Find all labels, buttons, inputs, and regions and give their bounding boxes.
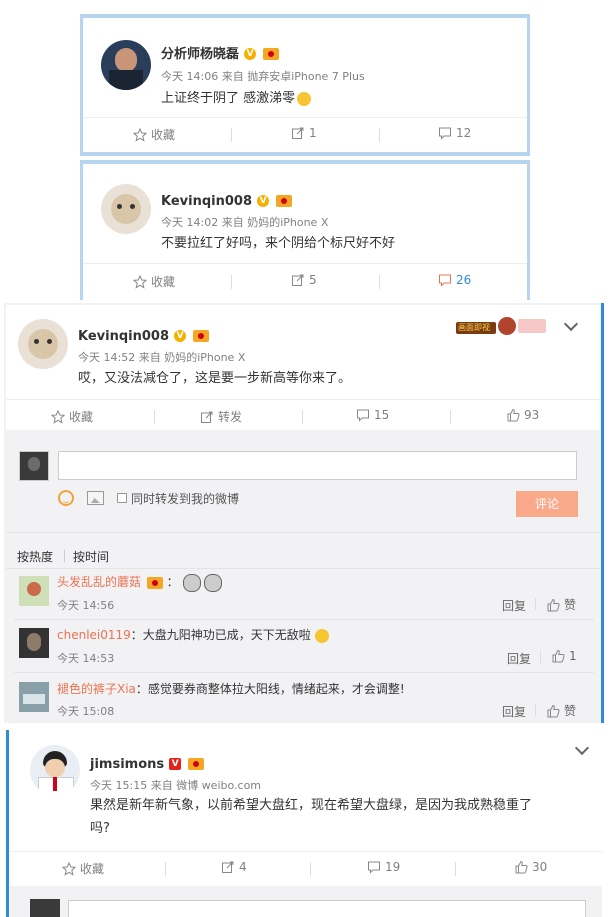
star-icon [51, 409, 65, 424]
post3-card: Kevinqin008 V 画面即视 今天 14:52 来自 奶妈的iPhone… [6, 305, 600, 430]
avatar[interactable] [30, 745, 80, 795]
avatar[interactable] [18, 319, 68, 369]
commenter-avatar [30, 899, 60, 917]
comment-avatar[interactable] [19, 628, 49, 658]
post-text: 哎，又没法减仓了，这是要一步新高等你来了。 [78, 371, 352, 386]
emoji-icon[interactable] [58, 490, 74, 506]
medal-icon [263, 47, 280, 60]
repost-button[interactable]: 5 [291, 273, 317, 287]
comment-like-button[interactable]: 赞 [546, 596, 576, 613]
laugh-emoji-icon [314, 628, 329, 643]
comment-user[interactable]: 头发乱乱的蘑菇 [57, 575, 141, 589]
comment-icon [368, 861, 380, 874]
comment-avatar[interactable] [19, 682, 49, 712]
post-text-line2: 吗? [90, 821, 110, 836]
star-icon [133, 127, 147, 142]
comment-avatar[interactable] [19, 576, 49, 606]
repost-button[interactable]: 1 [291, 126, 317, 140]
post4-card: jimsimons V 今天 15:15 来自 微博 weibo.com 果然是… [10, 731, 602, 917]
commenter-avatar [19, 451, 49, 481]
post-meta: 今天 15:15 来自 微博 weibo.com [90, 779, 262, 792]
thumbs-up-icon [552, 649, 565, 663]
sticker-icon [204, 573, 223, 592]
user-name[interactable]: Kevinqin008 [161, 194, 252, 209]
verified-icon: V [257, 194, 270, 207]
user-name[interactable]: jimsimons [90, 757, 164, 772]
verified-icon: V [244, 47, 257, 60]
image-icon[interactable] [87, 491, 104, 505]
comment-body: 头发乱乱的蘑菇 ： [57, 573, 223, 592]
comment-icon [357, 409, 369, 422]
submit-comment-button[interactable]: 评论 [516, 491, 578, 517]
comment-body: chenlei0119：大盘九阳神功已成，天下无敌啦 [57, 626, 329, 643]
comment-button[interactable]: 12 [438, 126, 471, 140]
reply-button[interactable]: 回复 [507, 650, 531, 667]
comment-like-button[interactable]: 1 [551, 649, 577, 663]
comment-time: 今天 14:53 [57, 652, 115, 665]
like-button[interactable]: 30 [514, 860, 547, 874]
post2-card: Kevinqin008 V 今天 14:02 来自 奶妈的iPhone X 不要… [83, 164, 527, 300]
comment-time: 今天 14:56 [57, 599, 115, 612]
verified-icon: V [174, 329, 187, 342]
comment-like-button[interactable]: 赞 [546, 702, 576, 719]
thumbs-up-icon [507, 408, 520, 422]
chevron-down-icon[interactable] [563, 316, 579, 332]
comment-user[interactable]: 褪色的裤子Xia [57, 682, 136, 696]
laugh-emoji-icon [297, 91, 312, 106]
comment-icon [439, 127, 451, 140]
post-meta: 今天 14:06 来自 抛弃安卓iPhone 7 Plus [161, 70, 365, 83]
thumbs-up-icon [515, 860, 528, 874]
post-text: 不要拉红了好吗，来个阴给个标尺好不好 [161, 236, 396, 251]
post-text-line1: 果然是新年新气象，以前希望大盘红，现在希望大盘绿，是因为我成熟稳重了 [90, 798, 533, 813]
post-text: 上证终于阴了 感激涕零 [161, 88, 312, 110]
reply-button[interactable]: 回复 [502, 597, 526, 614]
thumbs-up-icon [547, 704, 560, 717]
comment-user[interactable]: chenlei0119 [57, 628, 131, 642]
repost-button[interactable]: 4 [221, 860, 247, 874]
avatar[interactable] [101, 40, 151, 90]
verified-icon: V [169, 757, 182, 770]
repost-button[interactable]: 转发 [200, 408, 242, 425]
favorite-button[interactable]: 收藏 [133, 126, 175, 143]
comment-button[interactable]: 26 [438, 273, 471, 287]
chevron-down-icon[interactable] [574, 740, 590, 756]
sort-by-hot-tab[interactable]: 按热度 [17, 548, 53, 565]
post-meta: 今天 14:02 来自 奶妈的iPhone X [161, 216, 329, 229]
repost-icon [201, 411, 213, 423]
medal-icon [188, 757, 205, 770]
star-icon [62, 861, 76, 876]
comment-time: 今天 15:08 [57, 705, 115, 718]
favorite-button[interactable]: 收藏 [133, 273, 175, 290]
composer-strip [10, 886, 602, 917]
forward-checkbox-label: 同时转发到我的微博 [131, 492, 240, 506]
reply-button[interactable]: 回复 [502, 703, 526, 720]
sort-by-time-tab[interactable]: 按时间 [73, 548, 109, 565]
avatar[interactable] [101, 184, 151, 234]
medal-icon [276, 194, 293, 207]
star-icon [133, 274, 147, 289]
thumbs-up-icon [547, 598, 560, 611]
repost-icon [222, 861, 234, 873]
comment-input[interactable] [58, 451, 577, 480]
post1-card: 分析师杨晓磊 V 今天 14:06 来自 抛弃安卓iPhone 7 Plus 上… [83, 18, 527, 152]
user-name[interactable]: 分析师杨晓磊 [161, 47, 239, 62]
comment-button[interactable]: 19 [367, 860, 400, 874]
comment-body: 褪色的裤子Xia：感觉要券商整体拉大阳线，情绪起来，才会调整! [57, 682, 405, 696]
comment-input[interactable] [68, 900, 586, 917]
favorite-button[interactable]: 收藏 [51, 408, 93, 425]
medal-icon [193, 329, 210, 342]
sticker-icon [182, 573, 201, 592]
comment-button[interactable]: 15 [356, 408, 389, 422]
card-decoration-badge: 画面即视 [456, 313, 548, 337]
medal-icon [146, 576, 163, 589]
comment-icon [439, 274, 451, 287]
like-button[interactable]: 93 [506, 408, 539, 422]
repost-icon [292, 127, 304, 139]
user-name[interactable]: Kevinqin008 [78, 329, 169, 344]
forward-checkbox[interactable] [117, 493, 127, 503]
post-meta: 今天 14:52 来自 奶妈的iPhone X [78, 351, 246, 364]
favorite-button[interactable]: 收藏 [62, 860, 104, 877]
repost-icon [292, 274, 304, 286]
